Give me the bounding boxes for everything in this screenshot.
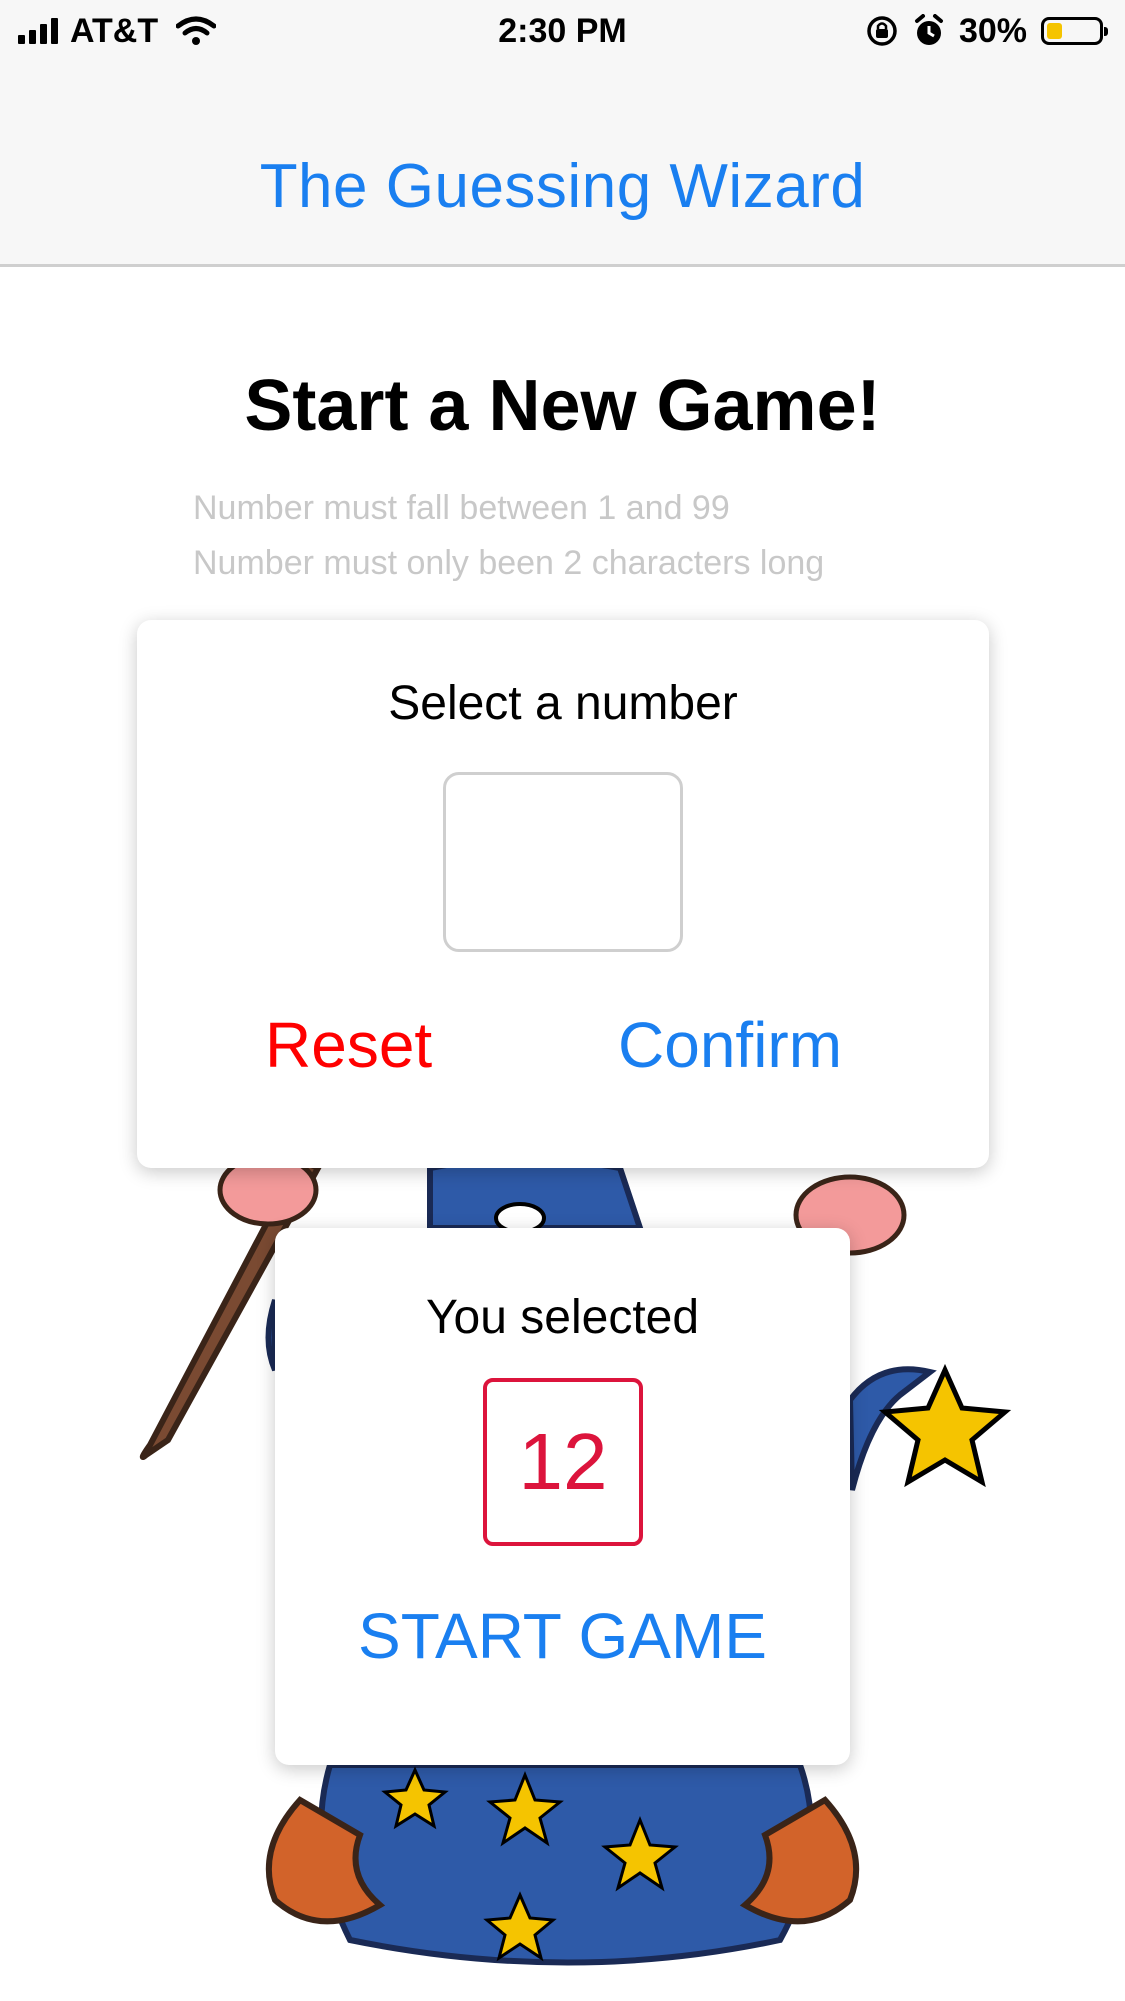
select-number-label: Select a number [388, 677, 738, 730]
battery-icon [1041, 17, 1108, 45]
nav-bar: The Guessing Wizard [0, 62, 1125, 267]
confirm-button[interactable]: Confirm [618, 1007, 842, 1083]
battery-percent: 30% [958, 11, 1027, 50]
battery-fill [1047, 23, 1062, 39]
rotation-lock-icon [867, 16, 897, 46]
hint-text: Number must fall between 1 and 99 [193, 489, 730, 527]
reset-button[interactable]: Reset [265, 1007, 432, 1083]
number-input[interactable] [443, 772, 683, 952]
start-game-button[interactable]: START GAME [275, 1598, 850, 1674]
page-heading: Start a New Game! [244, 366, 881, 446]
select-number-card: Select a number Reset Confirm [137, 620, 989, 1168]
status-right: 30% [865, 10, 1108, 52]
status-bar: AT&T 2:30 PM 30% [0, 0, 1125, 62]
nav-title: The Guessing Wizard [259, 152, 866, 221]
selected-label: You selected [425, 1291, 700, 1344]
selected-number-badge: 12 [483, 1378, 643, 1546]
hint-text: Number must only been 2 characters long [193, 544, 825, 582]
alarm-icon [914, 14, 943, 45]
selected-number-card: You selected 12 START GAME [275, 1228, 850, 1765]
